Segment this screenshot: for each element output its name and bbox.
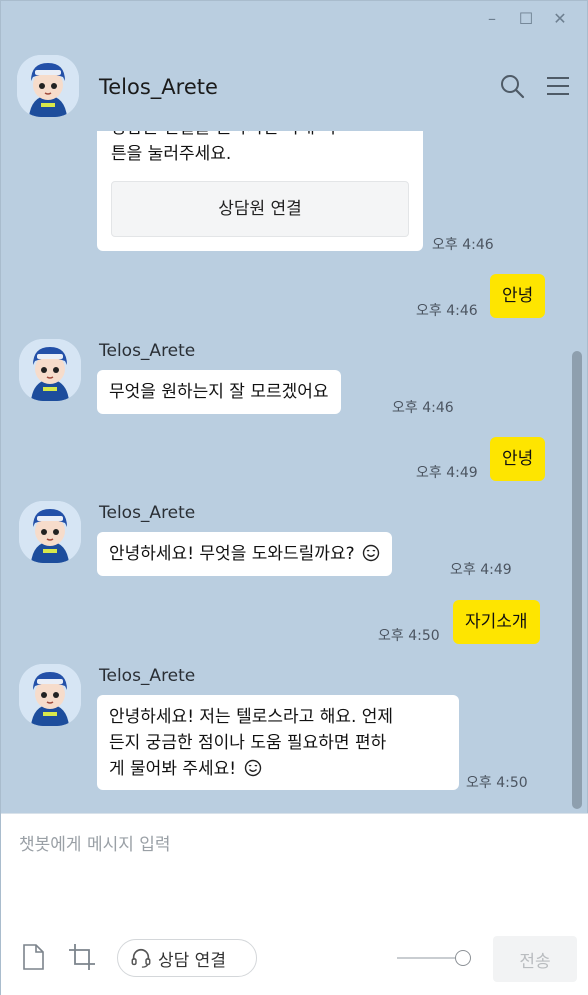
consult-connect-button[interactable]: 상담 연결 <box>117 939 257 977</box>
avatar-image <box>17 55 79 117</box>
my-message: 안녕 <box>490 274 546 318</box>
message-time: 오후 4:46 <box>392 400 454 416</box>
message-time: 오후 4:50 <box>466 775 528 791</box>
agent-connect-button[interactable]: 상담원 연결 <box>111 181 409 237</box>
message-input-area: 챗봇에게 메시지 입력 상담 연결 전송 <box>1 813 588 995</box>
smile-icon <box>244 759 261 777</box>
sender-name: Telos_Arete <box>99 503 196 523</box>
message-time: 오후 4:46 <box>416 303 478 319</box>
close-icon[interactable]: ✕ <box>543 7 577 29</box>
consult-button-label: 상담 연결 <box>158 950 226 971</box>
font-size-slider[interactable] <box>397 948 473 968</box>
bot-card-message: 상담원 연결을 원하시면 아래 버 튼을 눌러주세요. 상담원 연결 <box>97 131 423 251</box>
avatar-image <box>19 339 81 401</box>
smile-icon <box>362 544 380 562</box>
chat-messages: 상담원 연결을 원하시면 아래 버 튼을 눌러주세요. 상담원 연결 오후 4:… <box>1 131 588 813</box>
sender-name: Telos_Arete <box>99 341 196 361</box>
chat-window: – ☐ ✕ Telos_Arete 튼을 눌러주세요. 상담원 연결 오후 4:… <box>0 0 588 995</box>
message-input[interactable]: 챗봇에게 메시지 입력 <box>19 830 171 855</box>
sender-name: Telos_Arete <box>99 666 196 686</box>
maximize-icon[interactable]: ☐ <box>509 7 543 29</box>
chat-header: Telos_Arete <box>1 45 588 131</box>
message-text: 상담원 연결을 원하시면 아래 버 <box>111 131 336 141</box>
bot-message: 안녕하세요! 무엇을 도와드릴까요? <box>97 532 393 576</box>
scrollbar-thumb[interactable] <box>572 351 582 809</box>
bot-message: 안녕하세요! 저는 텔로스라고 해요. 언제 든지 궁금한 점이나 도움 필요하… <box>97 695 459 790</box>
avatar-image <box>19 501 81 563</box>
slider-knob[interactable] <box>455 950 471 966</box>
message-time: 오후 4:49 <box>416 465 478 481</box>
avatar[interactable] <box>19 664 81 726</box>
message-time: 오후 4:50 <box>378 628 440 644</box>
message-time: 오후 4:46 <box>432 237 494 253</box>
avatar[interactable] <box>17 55 79 117</box>
chat-scrollbar[interactable] <box>569 221 583 811</box>
avatar-image <box>19 664 81 726</box>
message-text: 든지 궁금한 점이나 도움 필요하면 편하 <box>109 733 387 753</box>
menu-icon[interactable] <box>545 73 571 99</box>
send-button[interactable]: 전송 <box>493 936 577 982</box>
my-message: 자기소개 <box>453 600 540 644</box>
message-text: 게 물어봐 주세요! <box>109 759 237 779</box>
avatar[interactable] <box>19 501 81 563</box>
message-text: 안녕하세요! 저는 텔로스라고 해요. 언제 <box>109 707 394 727</box>
window-controls: – ☐ ✕ <box>475 7 577 29</box>
my-message: 안녕 <box>490 437 546 481</box>
message-time: 오후 4:49 <box>450 562 512 578</box>
headset-icon <box>131 948 151 968</box>
message-text: 안녕하세요! 무엇을 도와드릴까요? <box>109 544 355 564</box>
chat-title: Telos_Arete <box>99 75 218 99</box>
crop-icon[interactable] <box>67 942 97 972</box>
message-text: 튼을 눌러주세요. <box>111 144 232 164</box>
avatar[interactable] <box>19 339 81 401</box>
search-icon[interactable] <box>499 73 525 99</box>
bot-message: 무엇을 원하는지 잘 모르겠어요 <box>97 370 341 414</box>
file-icon[interactable] <box>18 942 48 972</box>
minimize-icon[interactable]: – <box>475 7 509 29</box>
